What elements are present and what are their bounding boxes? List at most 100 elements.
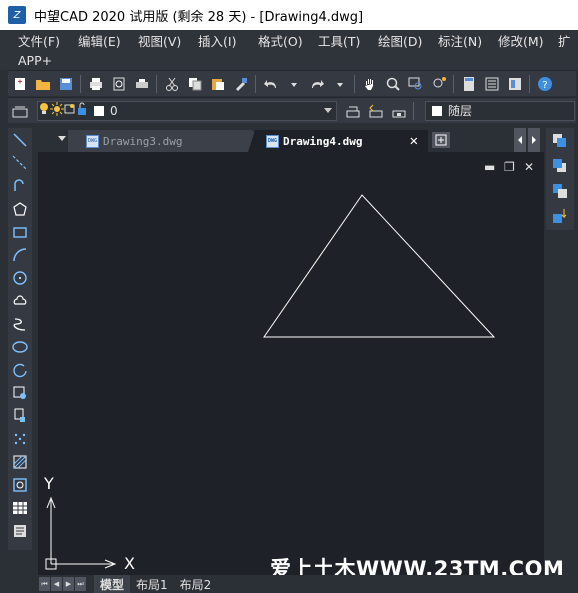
match-properties-icon[interactable] [231,74,250,93]
new-file-icon[interactable] [10,74,29,93]
first-layout-icon[interactable]: ⏮ [39,577,50,591]
dwg-file-icon: DWG [86,134,99,148]
scroll-tabs-left-icon[interactable] [514,128,526,152]
open-folder-icon[interactable] [33,74,52,93]
menu-tools[interactable]: 工具(T) [300,31,360,50]
save-icon[interactable] [56,74,75,93]
undo-dropdown-icon[interactable] [284,74,303,93]
multiline-text-icon[interactable] [10,521,30,541]
modify-palette [546,128,574,230]
polygon-icon[interactable] [10,199,30,219]
draw-order-back-icon[interactable] [549,155,571,177]
menu-bar: 文件(F) 编辑(E) 视图(V) 插入(I) 格式(O) 工具(T) 绘图(D… [0,30,578,70]
zoom-window-icon[interactable] [406,74,425,93]
color-value: 随层 [448,104,473,118]
make-block-icon[interactable] [10,406,30,426]
layer-manager-icon[interactable] [10,101,29,120]
next-layout-icon[interactable]: ▶ [63,577,74,591]
properties-icon[interactable] [482,74,501,93]
ucs-y-label: Y [44,474,54,493]
redo-dropdown-icon[interactable] [330,74,349,93]
tab-drawing4[interactable]: DWG Drawing4.dwg ✕ [248,130,428,152]
tab-layout2[interactable]: 布局2 [174,575,218,593]
cut-icon[interactable] [162,74,181,93]
layer-lock-icon[interactable] [76,102,88,119]
circle-icon[interactable] [10,268,30,288]
last-layout-icon[interactable]: ⏭ [75,577,86,591]
calculator-icon[interactable] [459,74,478,93]
close-tab-icon[interactable]: ✕ [410,133,418,149]
menu-modify[interactable]: 修改(M) [480,31,544,50]
drawing-canvas[interactable]: ▬ ❐ ✕ Y X [38,152,544,575]
construction-line-icon[interactable] [10,153,30,173]
send-under-icon[interactable] [549,205,571,227]
draw-order-front-icon[interactable] [549,130,571,152]
arc-icon[interactable] [10,245,30,265]
tab-drawing3[interactable]: DWG Drawing3.dwg [68,130,268,152]
layer-thaw-icon[interactable] [50,102,64,119]
rectangle-icon[interactable] [10,222,30,242]
paste-icon[interactable] [208,74,227,93]
toolbar-separator [453,74,454,93]
menu-file[interactable]: 文件(F) [0,31,60,50]
previous-layout-icon[interactable]: ◀ [51,577,62,591]
insert-block-icon[interactable] [10,383,30,403]
menu-insert[interactable]: 插入(I) [180,31,240,50]
menu-dimension[interactable]: 标注(N) [420,31,482,50]
toolbar-separator [255,74,256,93]
new-tab-icon[interactable] [432,132,450,148]
design-center-icon[interactable] [505,74,524,93]
help-icon[interactable]: ? [535,74,554,93]
pan-hand-icon[interactable] [360,74,379,93]
redo-icon[interactable] [307,74,326,93]
tab-layout1[interactable]: 布局1 [130,575,174,593]
menu-draw[interactable]: 绘图(D) [360,31,422,50]
toolbar-separator [156,74,157,93]
app-logo-icon[interactable]: Z [8,6,26,24]
toolbar-separator [529,74,530,93]
make-current-layer-icon[interactable] [343,101,362,120]
table-icon[interactable] [10,498,30,518]
layer-state-icon[interactable] [389,101,408,120]
point-icon[interactable] [10,429,30,449]
hatch-icon[interactable] [10,452,30,472]
menu-row-2: APP+ [0,50,578,70]
menu-app-plus[interactable]: APP+ [0,53,60,68]
tab-model[interactable]: 模型 [94,575,131,593]
menu-extend[interactable]: 扩 [540,31,578,50]
menu-view[interactable]: 视图(V) [120,31,181,50]
layer-previous-icon[interactable] [366,101,385,120]
ellipse-icon[interactable] [10,337,30,357]
zoom-previous-icon[interactable] [429,74,448,93]
tab-list-chevron-down-icon[interactable] [58,136,66,141]
bring-above-icon[interactable] [549,180,571,202]
spline-icon[interactable] [10,314,30,334]
triangle-entity[interactable] [263,194,496,338]
menu-edit[interactable]: 编辑(E) [60,31,121,50]
viewport-freeze-icon[interactable] [64,102,76,119]
layout-tab-bar: ⏮ ◀ ▶ ⏭ 模型 布局1 布局2 [38,575,578,593]
print-preview-icon[interactable] [109,74,128,93]
layer-on-icon[interactable] [38,102,50,119]
standard-toolbar: ? [8,70,576,96]
chevron-down-icon[interactable] [324,107,332,113]
scroll-tabs-right-icon[interactable] [528,128,540,152]
color-combo[interactable]: 随层 [425,100,575,121]
window-title: 中望CAD 2020 试用版 (剩余 28 天) - [Drawing4.dwg… [34,9,364,25]
menu-format[interactable]: 格式(O) [240,31,303,50]
polyline-icon[interactable] [10,176,30,196]
region-icon[interactable] [10,475,30,495]
document-tab-bar: DWG Drawing3.dwg DWG Drawing4.dwg ✕ [38,128,544,152]
layer-toolbar: 0 随层 [8,97,576,123]
line-icon[interactable] [10,130,30,150]
print-icon[interactable] [86,74,105,93]
zoom-realtime-icon[interactable] [383,74,402,93]
plot-icon[interactable] [132,74,151,93]
revision-cloud-icon[interactable] [10,291,30,311]
svg-text:?: ? [542,80,547,91]
undo-icon[interactable] [261,74,280,93]
color-swatch [432,105,442,116]
layer-combo[interactable]: 0 [37,100,337,121]
ellipse-arc-icon[interactable] [10,360,30,380]
copy-icon[interactable] [185,74,204,93]
